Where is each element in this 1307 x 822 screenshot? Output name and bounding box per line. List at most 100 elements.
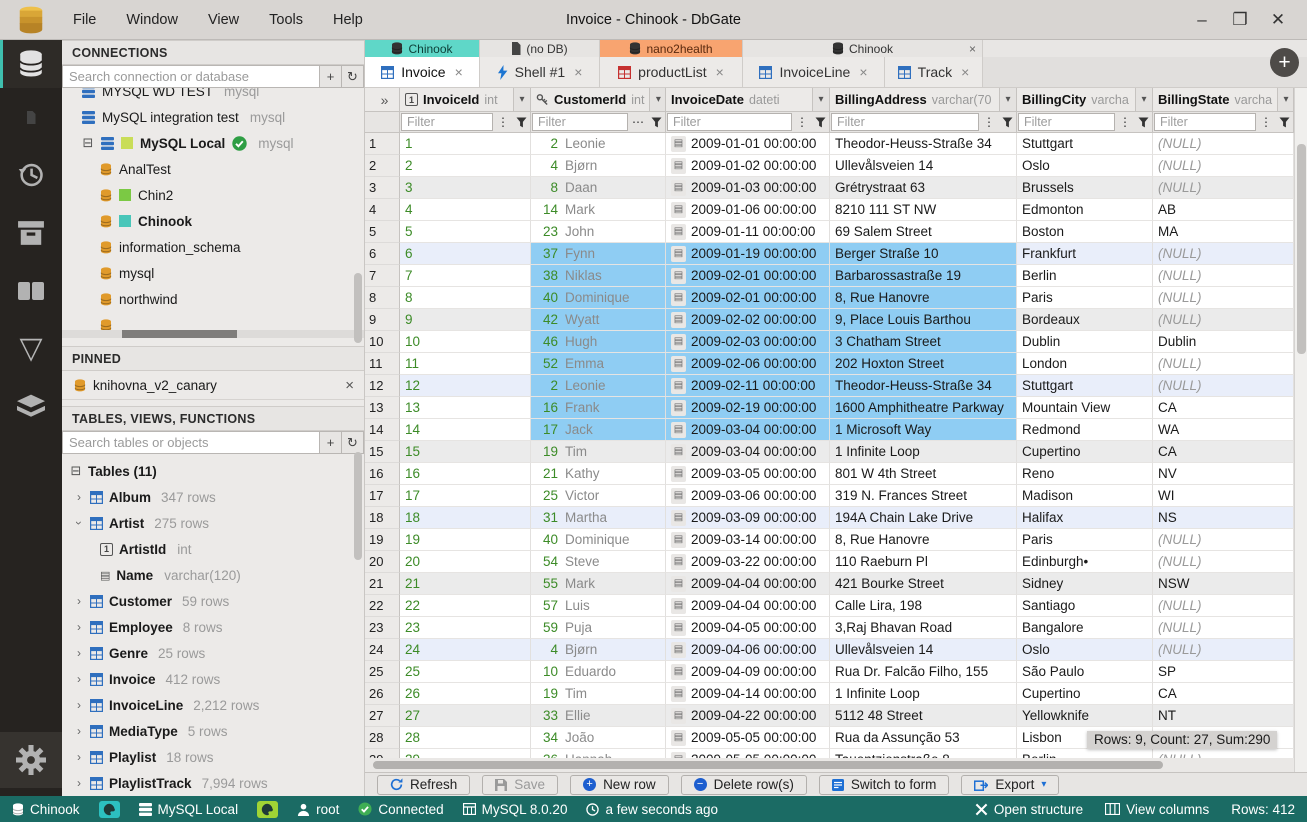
cell-invoicedate[interactable]: ▤ 2009-01-02 00:00:00 [666, 155, 830, 177]
cell-billingstate[interactable]: (NULL) [1153, 353, 1294, 375]
menu-file[interactable]: File [60, 8, 109, 32]
cell-billingaddress[interactable]: Theodor-Heuss-Straße 34 [830, 133, 1017, 155]
cell-billingcity[interactable]: Reno [1017, 463, 1153, 485]
chevron-right-icon[interactable]: › [74, 672, 84, 686]
cell-billingstate[interactable]: WI [1153, 485, 1294, 507]
column-item[interactable]: ▤ Name varchar(120) [62, 562, 364, 588]
cell-billingaddress[interactable]: 9, Place Louis Barthou [830, 309, 1017, 331]
cell-billingaddress[interactable]: 69 Salem Street [830, 221, 1017, 243]
cell-billingstate[interactable]: CA [1153, 683, 1294, 705]
cell-customerid[interactable]: 17 Jack [531, 419, 666, 441]
cell-billingstate[interactable]: (NULL) [1153, 375, 1294, 397]
cell-invoicedate[interactable]: ▤ 2009-02-11 00:00:00 [666, 375, 830, 397]
filter-funnel-icon[interactable] [1275, 112, 1293, 132]
cell-billingcity[interactable]: Frankfurt [1017, 243, 1153, 265]
cell-invoicedate[interactable]: ▤ 2009-02-06 00:00:00 [666, 353, 830, 375]
cell-invoiceid[interactable]: 29 [400, 749, 531, 758]
minimize-button[interactable]: – [1187, 7, 1217, 33]
connection-item[interactable]: mysql [62, 260, 364, 286]
cell-customerid[interactable]: 8 Daan [531, 177, 666, 199]
cell-billingcity[interactable]: Paris [1017, 529, 1153, 551]
cell-customerid[interactable]: 52 Emma [531, 353, 666, 375]
cell-invoicedate[interactable]: ▤ 2009-04-04 00:00:00 [666, 595, 830, 617]
cell-billingstate[interactable]: NT [1153, 705, 1294, 727]
cell-billingaddress[interactable]: Calle Lira, 198 [830, 595, 1017, 617]
cell-billingaddress[interactable]: Rua da Assunção 53 [830, 727, 1017, 749]
table-row[interactable]: 18 18 31 Martha ▤ 2009-03-09 00:00:00 194A Cha… [365, 507, 1307, 529]
cell-invoicedate[interactable]: ▤ 2009-03-22 00:00:00 [666, 551, 830, 573]
status-a-few-seconds-ago[interactable]: a few seconds ago [586, 802, 718, 817]
cell-invoiceid[interactable]: 22 [400, 595, 531, 617]
restore-button[interactable]: ❐ [1225, 7, 1255, 33]
chevron-right-icon[interactable]: › [74, 724, 84, 738]
menu-tools[interactable]: Tools [256, 8, 316, 32]
connection-item[interactable]: MySQL integration test mysql [62, 104, 364, 130]
cell-billingaddress[interactable]: 319 N. Frances Street [830, 485, 1017, 507]
connection-item[interactable]: AnalTest [62, 156, 364, 182]
chevron-right-icon[interactable]: › [74, 776, 84, 790]
cell-billingstate[interactable]: (NULL) [1153, 617, 1294, 639]
cell-customerid[interactable]: 36Hannah [531, 749, 666, 758]
cell-invoiceid[interactable]: 8 [400, 287, 531, 309]
pinned-item[interactable]: knihovna_v2_canary × [62, 371, 364, 400]
table-row[interactable]: 11 11 52 Emma ▤ 2009-02-06 00:00:00 202 Hoxton… [365, 353, 1307, 375]
cell-invoiceid[interactable]: 4 [400, 199, 531, 221]
cell-billingaddress[interactable]: 202 Hoxton Street [830, 353, 1017, 375]
table-row[interactable]: 3 3 8 Daan ▤ 2009-01-03 00:00:00 Grétrystraat … [365, 177, 1307, 199]
rail-item-layers[interactable] [0, 378, 62, 436]
column-menu-chevron-icon[interactable]: ▾ [649, 88, 665, 111]
cell-invoicedate[interactable]: ▤ 2009-03-06 00:00:00 [666, 485, 830, 507]
filter-input-invoiceid[interactable] [401, 113, 493, 131]
table-row[interactable]: 24 24 4 Bjørn ▤ 2009-04-06 00:00:00 Ullevålsve… [365, 639, 1307, 661]
column-header-billingcity[interactable]: BillingCity varcha ▾ [1017, 88, 1153, 112]
filter-menu-button[interactable]: ⋮ [1116, 112, 1134, 132]
grid-hscrollbar[interactable] [365, 758, 1294, 772]
cell-billingaddress[interactable]: 801 W 4th Street [830, 463, 1017, 485]
table-row[interactable]: 20 20 54 Steve ▤ 2009-03-22 00:00:00 110 Raebu… [365, 551, 1307, 573]
status-chinook[interactable]: Chinook [12, 802, 80, 817]
column-item[interactable]: 1 ArtistId int [62, 536, 364, 562]
table-row[interactable]: 292936Hannah▤2009-05-05 00:00:00Tauentzi… [365, 749, 1307, 758]
cell-invoiceid[interactable]: 26 [400, 683, 531, 705]
cell-customerid[interactable]: 34 João [531, 727, 666, 749]
cell-customerid[interactable]: 4 Bjørn [531, 639, 666, 661]
cell-billingstate[interactable]: AB [1153, 199, 1294, 221]
cell-billingcity[interactable]: London [1017, 353, 1153, 375]
cell-invoicedate[interactable]: ▤ 2009-01-06 00:00:00 [666, 199, 830, 221]
cell-invoicedate[interactable]: ▤ 2009-03-04 00:00:00 [666, 419, 830, 441]
cell-billingcity[interactable]: Mountain View [1017, 397, 1153, 419]
table-item[interactable]: › Album 347 rows [62, 484, 364, 510]
theme-color-badge[interactable] [257, 800, 279, 818]
add-connection-button[interactable]: + [320, 65, 342, 88]
table-item[interactable]: › Employee 8 rows [62, 614, 364, 640]
cell-customerid[interactable]: 4 Bjørn [531, 155, 666, 177]
rail-item-archive[interactable] [0, 204, 62, 262]
chevron-right-icon[interactable]: › [74, 620, 84, 634]
cell-billingaddress[interactable]: 8210 111 ST NW [830, 199, 1017, 221]
table-row[interactable]: 10 10 46 Hugh ▤ 2009-02-03 00:00:00 3 Chatham … [365, 331, 1307, 353]
cell-invoiceid[interactable]: 11 [400, 353, 531, 375]
menu-help[interactable]: Help [320, 8, 376, 32]
cell-billingstate[interactable]: (NULL) [1153, 749, 1294, 758]
chevron-right-icon[interactable]: › [74, 490, 84, 504]
cell-billingstate[interactable]: NSW [1153, 573, 1294, 595]
cell-billingcity[interactable]: Madison [1017, 485, 1153, 507]
chevron-right-icon[interactable]: › [74, 646, 84, 660]
connection-item[interactable] [62, 312, 364, 330]
cell-billingstate[interactable]: SP [1153, 661, 1294, 683]
status-connected[interactable]: Connected [358, 802, 444, 817]
rail-item-file[interactable] [0, 88, 62, 146]
cell-billingstate[interactable]: (NULL) [1153, 529, 1294, 551]
expand-columns-button[interactable]: » [365, 88, 400, 112]
cell-billingaddress[interactable]: 1600 Amphitheatre Parkway [830, 397, 1017, 419]
cell-billingcity[interactable]: Halifax [1017, 507, 1153, 529]
cell-billingcity[interactable]: Bordeaux [1017, 309, 1153, 331]
database-group-chinook[interactable]: Chinook [365, 40, 480, 57]
cell-billingaddress[interactable]: 3,Raj Bhavan Road [830, 617, 1017, 639]
cell-invoicedate[interactable]: ▤ 2009-01-01 00:00:00 [666, 133, 830, 155]
cell-billingcity[interactable]: Oslo [1017, 155, 1153, 177]
cell-customerid[interactable]: 21 Kathy [531, 463, 666, 485]
rail-item-triangle-down[interactable]: ▽ [0, 320, 62, 378]
status-root[interactable]: root [297, 802, 339, 817]
cell-invoicedate[interactable]: ▤ 2009-01-03 00:00:00 [666, 177, 830, 199]
